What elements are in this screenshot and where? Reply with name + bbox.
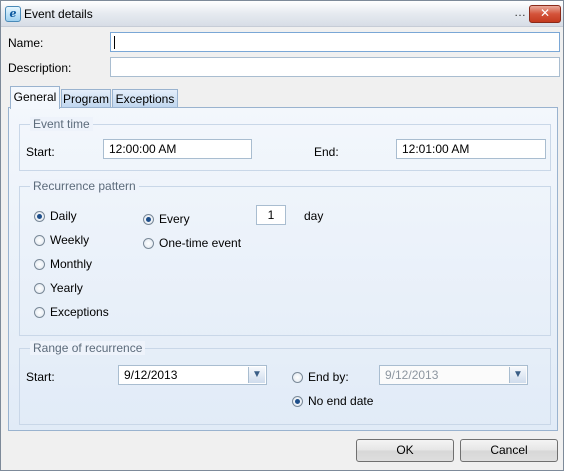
every-label[interactable]: Every [159,212,190,226]
range-start-date-picker[interactable]: 9/12/2013 ▼ [118,365,267,385]
monthly-label[interactable]: Monthly [50,257,92,271]
event-start-label: Start: [26,145,55,159]
event-time-legend: Event time [30,117,93,131]
tab-general[interactable]: General [10,86,60,109]
end-by-radio[interactable] [292,372,303,383]
one-time-event-radio[interactable] [143,238,154,249]
name-input[interactable] [110,32,560,52]
recurrence-pattern-group: Recurrence pattern Daily Weekly Monthly … [19,179,551,336]
exceptions-radio[interactable] [34,307,45,318]
monthly-radio[interactable] [34,259,45,270]
chevron-down-icon: ▼ [252,369,262,380]
app-icon: e [5,6,21,22]
tab-exceptions-label: Exceptions [115,92,175,106]
end-by-dropdown-button[interactable]: ▼ [509,367,526,383]
minimize-button[interactable]: … [511,4,529,22]
minimize-icon: … [514,5,526,19]
range-start-dropdown-button[interactable]: ▼ [248,367,265,383]
end-by-label[interactable]: End by: [308,370,349,384]
tab-general-label: General [13,90,57,104]
tab-exceptions[interactable]: Exceptions [112,89,178,109]
range-legend: Range of recurrence [30,341,146,355]
daily-label[interactable]: Daily [50,209,77,223]
window-title: Event details [24,7,93,21]
one-time-event-label[interactable]: One-time event [159,236,241,250]
text-caret [114,36,115,49]
every-radio[interactable] [143,214,154,225]
yearly-radio[interactable] [34,283,45,294]
chevron-down-icon: ▼ [513,369,523,380]
event-time-group: Event time Start: 12:00:00 AM End: 12:01… [19,117,551,171]
range-start-label: Start: [26,370,55,384]
daily-radio[interactable] [34,211,45,222]
every-count-value: 1 [267,208,275,222]
event-end-value: 12:01:00 AM [402,142,470,156]
general-tab-panel: Event time Start: 12:00:00 AM End: 12:01… [8,107,558,431]
event-details-dialog: e Event details … ✕ Name: Description: G… [0,0,564,471]
end-by-date-picker[interactable]: 9/12/2013 ▼ [379,365,528,385]
cancel-button[interactable]: Cancel [460,439,558,462]
exceptions-label[interactable]: Exceptions [50,305,109,319]
close-icon: ✕ [539,6,551,20]
end-by-value: 9/12/2013 [385,368,439,382]
every-unit-label: day [304,209,324,223]
every-count-input[interactable]: 1 [256,205,286,225]
ok-button-label: OK [396,443,414,457]
event-end-input[interactable]: 12:01:00 AM [396,139,546,159]
no-end-date-radio[interactable] [292,396,303,407]
close-button[interactable]: ✕ [529,5,561,23]
title-bar: e Event details … ✕ [1,1,563,27]
description-input[interactable] [110,57,560,77]
weekly-label[interactable]: Weekly [50,233,89,247]
name-label: Name: [8,36,44,50]
range-of-recurrence-group: Range of recurrence Start: 9/12/2013 ▼ E… [19,341,551,425]
description-label: Description: [8,61,72,75]
ok-button[interactable]: OK [356,439,454,462]
weekly-radio[interactable] [34,235,45,246]
recurrence-legend: Recurrence pattern [30,179,139,193]
range-start-value: 9/12/2013 [124,368,178,382]
tab-program[interactable]: Program [61,89,111,109]
tab-program-label: Program [62,92,109,106]
no-end-date-label[interactable]: No end date [308,394,373,408]
event-start-value: 12:00:00 AM [109,142,177,156]
event-start-input[interactable]: 12:00:00 AM [103,139,252,159]
yearly-label[interactable]: Yearly [50,281,83,295]
event-end-label: End: [314,145,339,159]
cancel-button-label: Cancel [490,443,528,457]
